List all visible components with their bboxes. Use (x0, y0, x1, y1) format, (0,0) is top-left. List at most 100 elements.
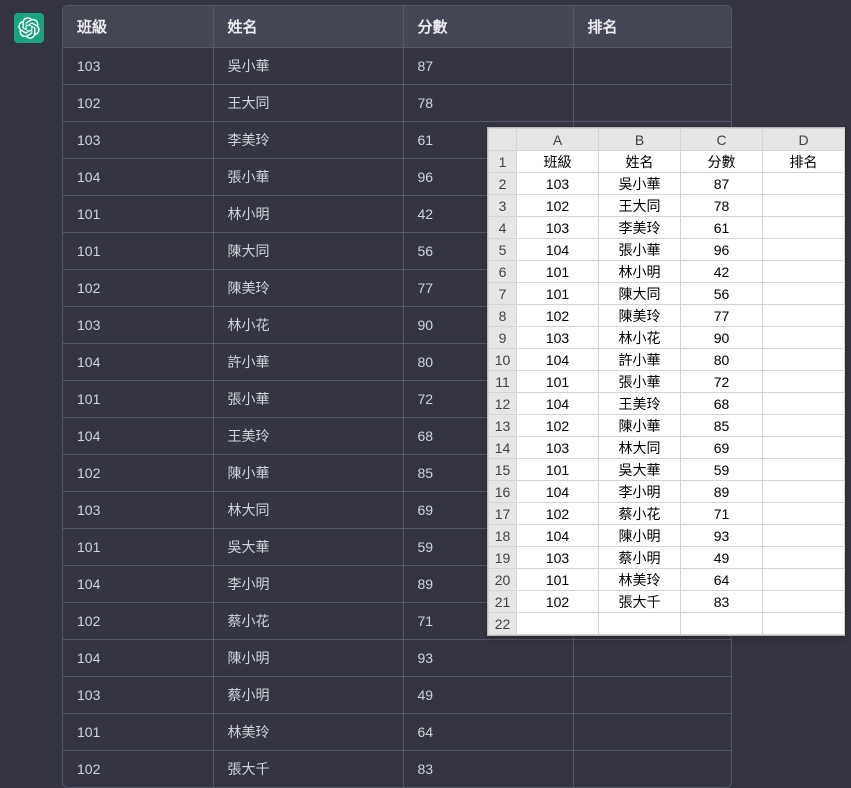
excel-cell[interactable]: 102 (517, 195, 599, 217)
excel-col-header[interactable]: B (599, 129, 681, 151)
excel-cell[interactable]: 班級 (517, 151, 599, 173)
excel-cell[interactable]: 張大千 (599, 591, 681, 613)
excel-cell[interactable]: 吳小華 (599, 173, 681, 195)
excel-row-header[interactable]: 10 (489, 349, 517, 371)
excel-cell[interactable]: 49 (681, 547, 763, 569)
excel-cell[interactable]: 排名 (763, 151, 845, 173)
excel-cell[interactable]: 102 (517, 305, 599, 327)
excel-cell[interactable] (763, 239, 845, 261)
excel-row-header[interactable]: 19 (489, 547, 517, 569)
excel-cell[interactable] (763, 349, 845, 371)
excel-cell[interactable]: 張小華 (599, 371, 681, 393)
excel-cell[interactable]: 陳美玲 (599, 305, 681, 327)
excel-cell[interactable] (599, 613, 681, 635)
excel-row-header[interactable]: 7 (489, 283, 517, 305)
excel-cell[interactable] (763, 305, 845, 327)
excel-cell[interactable]: 78 (681, 195, 763, 217)
excel-cell[interactable]: 李美玲 (599, 217, 681, 239)
excel-cell[interactable]: 王美玲 (599, 393, 681, 415)
excel-cell[interactable]: 王大同 (599, 195, 681, 217)
excel-cell[interactable]: 68 (681, 393, 763, 415)
excel-cell[interactable] (763, 613, 845, 635)
excel-col-header[interactable]: C (681, 129, 763, 151)
excel-cell[interactable] (763, 525, 845, 547)
excel-cell[interactable]: 陳大同 (599, 283, 681, 305)
excel-cell[interactable]: 102 (517, 415, 599, 437)
excel-cell[interactable] (763, 283, 845, 305)
excel-cell[interactable]: 64 (681, 569, 763, 591)
excel-cell[interactable]: 林美玲 (599, 569, 681, 591)
excel-cell[interactable] (763, 481, 845, 503)
excel-col-header[interactable]: A (517, 129, 599, 151)
excel-row-header[interactable]: 4 (489, 217, 517, 239)
excel-cell[interactable]: 林大同 (599, 437, 681, 459)
excel-cell[interactable]: 林小花 (599, 327, 681, 349)
excel-cell[interactable]: 103 (517, 547, 599, 569)
excel-cell[interactable] (681, 613, 763, 635)
excel-cell[interactable]: 104 (517, 349, 599, 371)
excel-cell[interactable]: 102 (517, 591, 599, 613)
excel-cell[interactable]: 93 (681, 525, 763, 547)
excel-cell[interactable]: 陳小明 (599, 525, 681, 547)
excel-cell[interactable] (763, 393, 845, 415)
excel-row-header[interactable]: 12 (489, 393, 517, 415)
excel-row-header[interactable]: 18 (489, 525, 517, 547)
excel-cell[interactable]: 103 (517, 327, 599, 349)
excel-cell[interactable]: 72 (681, 371, 763, 393)
excel-row-header[interactable]: 3 (489, 195, 517, 217)
excel-cell[interactable]: 90 (681, 327, 763, 349)
excel-cell[interactable]: 87 (681, 173, 763, 195)
excel-cell[interactable]: 姓名 (599, 151, 681, 173)
excel-row-header[interactable]: 16 (489, 481, 517, 503)
excel-cell[interactable]: 102 (517, 503, 599, 525)
excel-cell[interactable] (763, 591, 845, 613)
excel-cell[interactable] (763, 195, 845, 217)
excel-row-header[interactable]: 15 (489, 459, 517, 481)
excel-cell[interactable]: 85 (681, 415, 763, 437)
excel-cell[interactable]: 吳大華 (599, 459, 681, 481)
excel-cell[interactable]: 104 (517, 481, 599, 503)
excel-cell[interactable]: 李小明 (599, 481, 681, 503)
excel-cell[interactable]: 103 (517, 217, 599, 239)
excel-row-header[interactable]: 22 (489, 613, 517, 635)
excel-cell[interactable]: 56 (681, 283, 763, 305)
excel-row-header[interactable]: 8 (489, 305, 517, 327)
excel-cell[interactable] (763, 503, 845, 525)
excel-cell[interactable]: 分數 (681, 151, 763, 173)
excel-cell[interactable]: 61 (681, 217, 763, 239)
excel-cell[interactable] (763, 371, 845, 393)
excel-cell[interactable]: 蔡小明 (599, 547, 681, 569)
excel-cell[interactable]: 蔡小花 (599, 503, 681, 525)
excel-cell[interactable]: 89 (681, 481, 763, 503)
excel-cell[interactable]: 104 (517, 239, 599, 261)
excel-row-header[interactable]: 17 (489, 503, 517, 525)
excel-row-header[interactable]: 9 (489, 327, 517, 349)
excel-cell[interactable]: 陳小華 (599, 415, 681, 437)
excel-row-header[interactable]: 5 (489, 239, 517, 261)
excel-cell[interactable]: 80 (681, 349, 763, 371)
excel-cell[interactable]: 101 (517, 371, 599, 393)
excel-row-header[interactable]: 2 (489, 173, 517, 195)
excel-cell[interactable] (763, 459, 845, 481)
excel-cell[interactable]: 101 (517, 459, 599, 481)
excel-cell[interactable]: 103 (517, 437, 599, 459)
excel-cell[interactable]: 許小華 (599, 349, 681, 371)
excel-row-header[interactable]: 11 (489, 371, 517, 393)
excel-cell[interactable] (763, 437, 845, 459)
excel-row-header[interactable]: 20 (489, 569, 517, 591)
excel-cell[interactable] (763, 261, 845, 283)
excel-cell[interactable]: 林小明 (599, 261, 681, 283)
excel-row-header[interactable]: 21 (489, 591, 517, 613)
excel-cell[interactable]: 69 (681, 437, 763, 459)
excel-cell[interactable]: 104 (517, 525, 599, 547)
excel-cell[interactable]: 96 (681, 239, 763, 261)
excel-cell[interactable]: 83 (681, 591, 763, 613)
excel-cell[interactable]: 59 (681, 459, 763, 481)
excel-cell[interactable] (517, 613, 599, 635)
excel-cell[interactable] (763, 327, 845, 349)
excel-cell[interactable]: 101 (517, 569, 599, 591)
excel-row-header[interactable]: 6 (489, 261, 517, 283)
excel-corner-cell[interactable] (489, 129, 517, 151)
excel-row-header[interactable]: 13 (489, 415, 517, 437)
excel-cell[interactable] (763, 217, 845, 239)
